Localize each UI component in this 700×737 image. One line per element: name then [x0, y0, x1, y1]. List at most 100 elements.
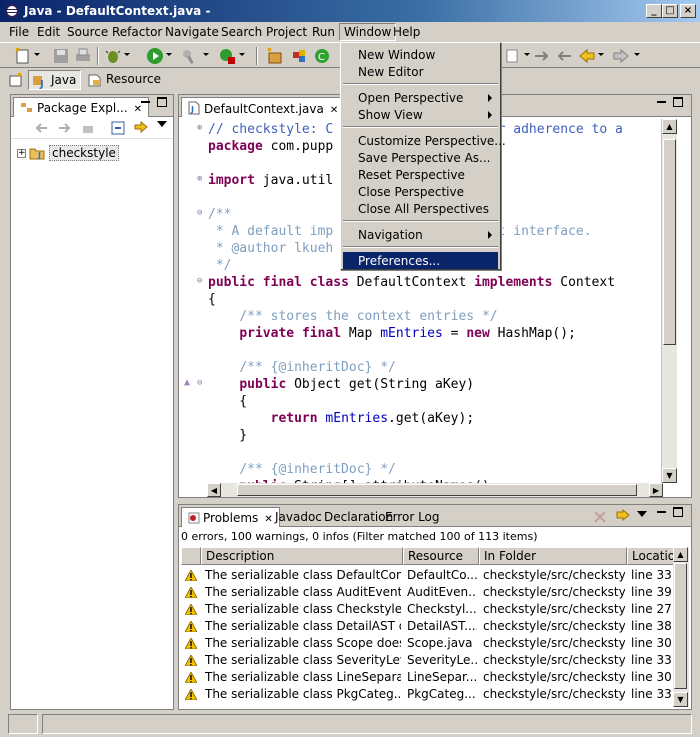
editor-gutter[interactable] — [179, 117, 207, 483]
menu-refactor[interactable]: Refactor — [112, 25, 162, 39]
run-icon[interactable] — [146, 47, 164, 65]
print-icon[interactable] — [74, 47, 92, 65]
maximize-button[interactable]: □ — [662, 4, 678, 18]
editor-vertical-scrollbar[interactable]: ▲ ▼ — [661, 119, 677, 483]
code-line[interactable]: public final class DefaultContext implem… — [208, 274, 615, 291]
scrollbar-thumb[interactable] — [663, 139, 676, 345]
maximize-view-icon[interactable] — [673, 97, 683, 107]
view-menu-icon[interactable] — [637, 511, 647, 517]
column-header-location[interactable]: Location — [627, 547, 675, 565]
eclipse-app-icon[interactable] — [4, 3, 20, 19]
column-header-description[interactable]: Description — [201, 547, 403, 565]
menu-item-new-editor[interactable]: New Editor — [343, 63, 498, 80]
forward-icon[interactable] — [612, 47, 630, 65]
scroll-down-icon[interactable]: ▼ — [662, 468, 677, 483]
run-stop-icon[interactable] — [218, 47, 236, 65]
close-button[interactable]: × — [680, 4, 696, 18]
collapse-fold-icon[interactable]: ⊖ — [197, 208, 202, 218]
table-row[interactable]: The serializable class DefaultConfigu...… — [181, 567, 675, 584]
delete-icon[interactable] — [593, 510, 607, 524]
table-row[interactable]: The serializable class AuditEvent doe...… — [181, 584, 675, 601]
up-folder-icon[interactable] — [81, 121, 95, 135]
minimize-view-icon[interactable] — [141, 101, 150, 103]
menu-help[interactable]: Help — [393, 25, 420, 39]
debug-icon[interactable] — [104, 47, 122, 65]
code-line[interactable]: private final Map mEntries = new HashMap… — [208, 325, 576, 342]
minimize-view-icon[interactable] — [657, 101, 666, 103]
search-dropdown-icon[interactable] — [524, 53, 530, 56]
table-row[interactable]: The serializable class Scope does not...… — [181, 635, 675, 652]
filter-icon[interactable] — [615, 509, 631, 525]
menu-edit[interactable]: Edit — [37, 25, 60, 39]
table-row[interactable]: The serializable class DetailAST does...… — [181, 618, 675, 635]
menu-item-customize-perspective[interactable]: Customize Perspective... — [343, 132, 506, 149]
new-package-icon[interactable] — [266, 47, 284, 65]
perspective-java[interactable]: J Java — [28, 70, 82, 90]
code-line[interactable]: { — [208, 291, 216, 308]
new-class-icon[interactable] — [290, 47, 308, 65]
code-line[interactable]: /** stores the context entries */ — [208, 308, 497, 325]
table-row[interactable]: The serializable class CheckstyleExc... C… — [181, 601, 675, 618]
tab-package-explorer[interactable]: Package Expl... ✕ — [13, 97, 150, 117]
collapse-all-icon[interactable] — [111, 121, 125, 135]
menu-search[interactable]: Search — [221, 25, 262, 39]
close-icon[interactable]: ✕ — [330, 105, 338, 116]
table-row[interactable]: The serializable class PkgCateg... PkgCat… — [181, 686, 675, 703]
run-dropdown-icon[interactable] — [166, 53, 172, 56]
minimize-view-icon[interactable] — [657, 511, 666, 513]
scroll-left-icon[interactable]: ◀ — [207, 483, 221, 497]
overview-ruler[interactable] — [677, 119, 691, 483]
tree-item-checkstyle[interactable]: + Jcheckstyle — [17, 145, 119, 161]
tab-defaultcontext-java[interactable]: J DefaultContext.java ✕ — [181, 97, 346, 117]
menu-window[interactable]: Window — [339, 23, 397, 41]
forward-dropdown-icon[interactable] — [634, 53, 640, 56]
new-icon[interactable] — [14, 47, 32, 65]
collapse-fold-icon[interactable]: ⊖ — [197, 276, 202, 286]
menu-source[interactable]: Source — [67, 25, 108, 39]
scroll-up-icon[interactable]: ▲ — [673, 547, 688, 562]
scroll-right-icon[interactable]: ▶ — [649, 483, 663, 497]
column-header-resource[interactable]: Resource — [403, 547, 479, 565]
run-stop-dropdown-icon[interactable] — [239, 53, 245, 56]
maximize-view-icon[interactable] — [157, 97, 167, 107]
scroll-down-icon[interactable]: ▼ — [673, 692, 688, 707]
code-line[interactable]: /** {@inheritDoc} */ — [208, 359, 396, 376]
expand-fold-icon[interactable]: ⊕ — [197, 123, 202, 133]
expand-icon[interactable]: + — [17, 149, 26, 158]
view-menu-icon[interactable] — [157, 121, 167, 127]
close-icon[interactable]: ✕ — [134, 104, 142, 115]
code-line[interactable]: import java.util — [208, 172, 333, 189]
external-tools-icon[interactable] — [180, 47, 198, 65]
column-header-severity[interactable] — [181, 547, 201, 565]
code-line[interactable]: public Object get(String aKey) — [208, 376, 474, 393]
menu-item-reset-perspective[interactable]: Reset Perspective — [343, 166, 498, 183]
menu-item-save-perspective-as[interactable]: Save Perspective As... — [343, 149, 498, 166]
code-line[interactable]: /** — [208, 206, 231, 223]
menu-item-close-all-perspectives[interactable]: Close All Perspectives — [343, 200, 498, 217]
menu-run[interactable]: Run — [312, 25, 335, 39]
scrollbar-thumb[interactable] — [237, 484, 637, 496]
search-icon[interactable] — [504, 47, 522, 65]
problems-vertical-scrollbar[interactable]: ▲ ▼ — [673, 547, 689, 707]
open-perspective-icon[interactable] — [8, 72, 24, 88]
tab-error-log[interactable]: Error Log — [379, 507, 446, 527]
code-line[interactable]: * @author lkueh — [208, 240, 333, 257]
perspective-resource[interactable]: Resource — [84, 70, 165, 90]
collapse-fold-icon[interactable]: ⊖ — [197, 378, 202, 388]
new-dropdown-icon[interactable] — [34, 53, 40, 56]
menu-item-show-view[interactable]: Show View — [343, 106, 498, 123]
menu-item-new-window[interactable]: New Window — [343, 46, 498, 63]
back-arrow-icon[interactable] — [35, 121, 49, 135]
expand-fold-icon[interactable]: ⊕ — [197, 174, 202, 184]
table-row[interactable]: The serializable class SeverityLevel d..… — [181, 652, 675, 669]
scroll-up-icon[interactable]: ▲ — [662, 119, 677, 134]
menu-navigate[interactable]: Navigate — [165, 25, 219, 39]
code-line[interactable]: */ — [208, 257, 232, 274]
external-tools-dropdown-icon[interactable] — [203, 53, 209, 56]
debug-dropdown-icon[interactable] — [124, 53, 130, 56]
code-line[interactable]: return mEntries.get(aKey); — [208, 410, 475, 427]
next-annotation-icon[interactable] — [532, 47, 550, 65]
forward-arrow-icon[interactable] — [57, 121, 71, 135]
prev-annotation-icon[interactable] — [556, 47, 574, 65]
override-marker-icon[interactable]: ▲ — [184, 377, 190, 388]
